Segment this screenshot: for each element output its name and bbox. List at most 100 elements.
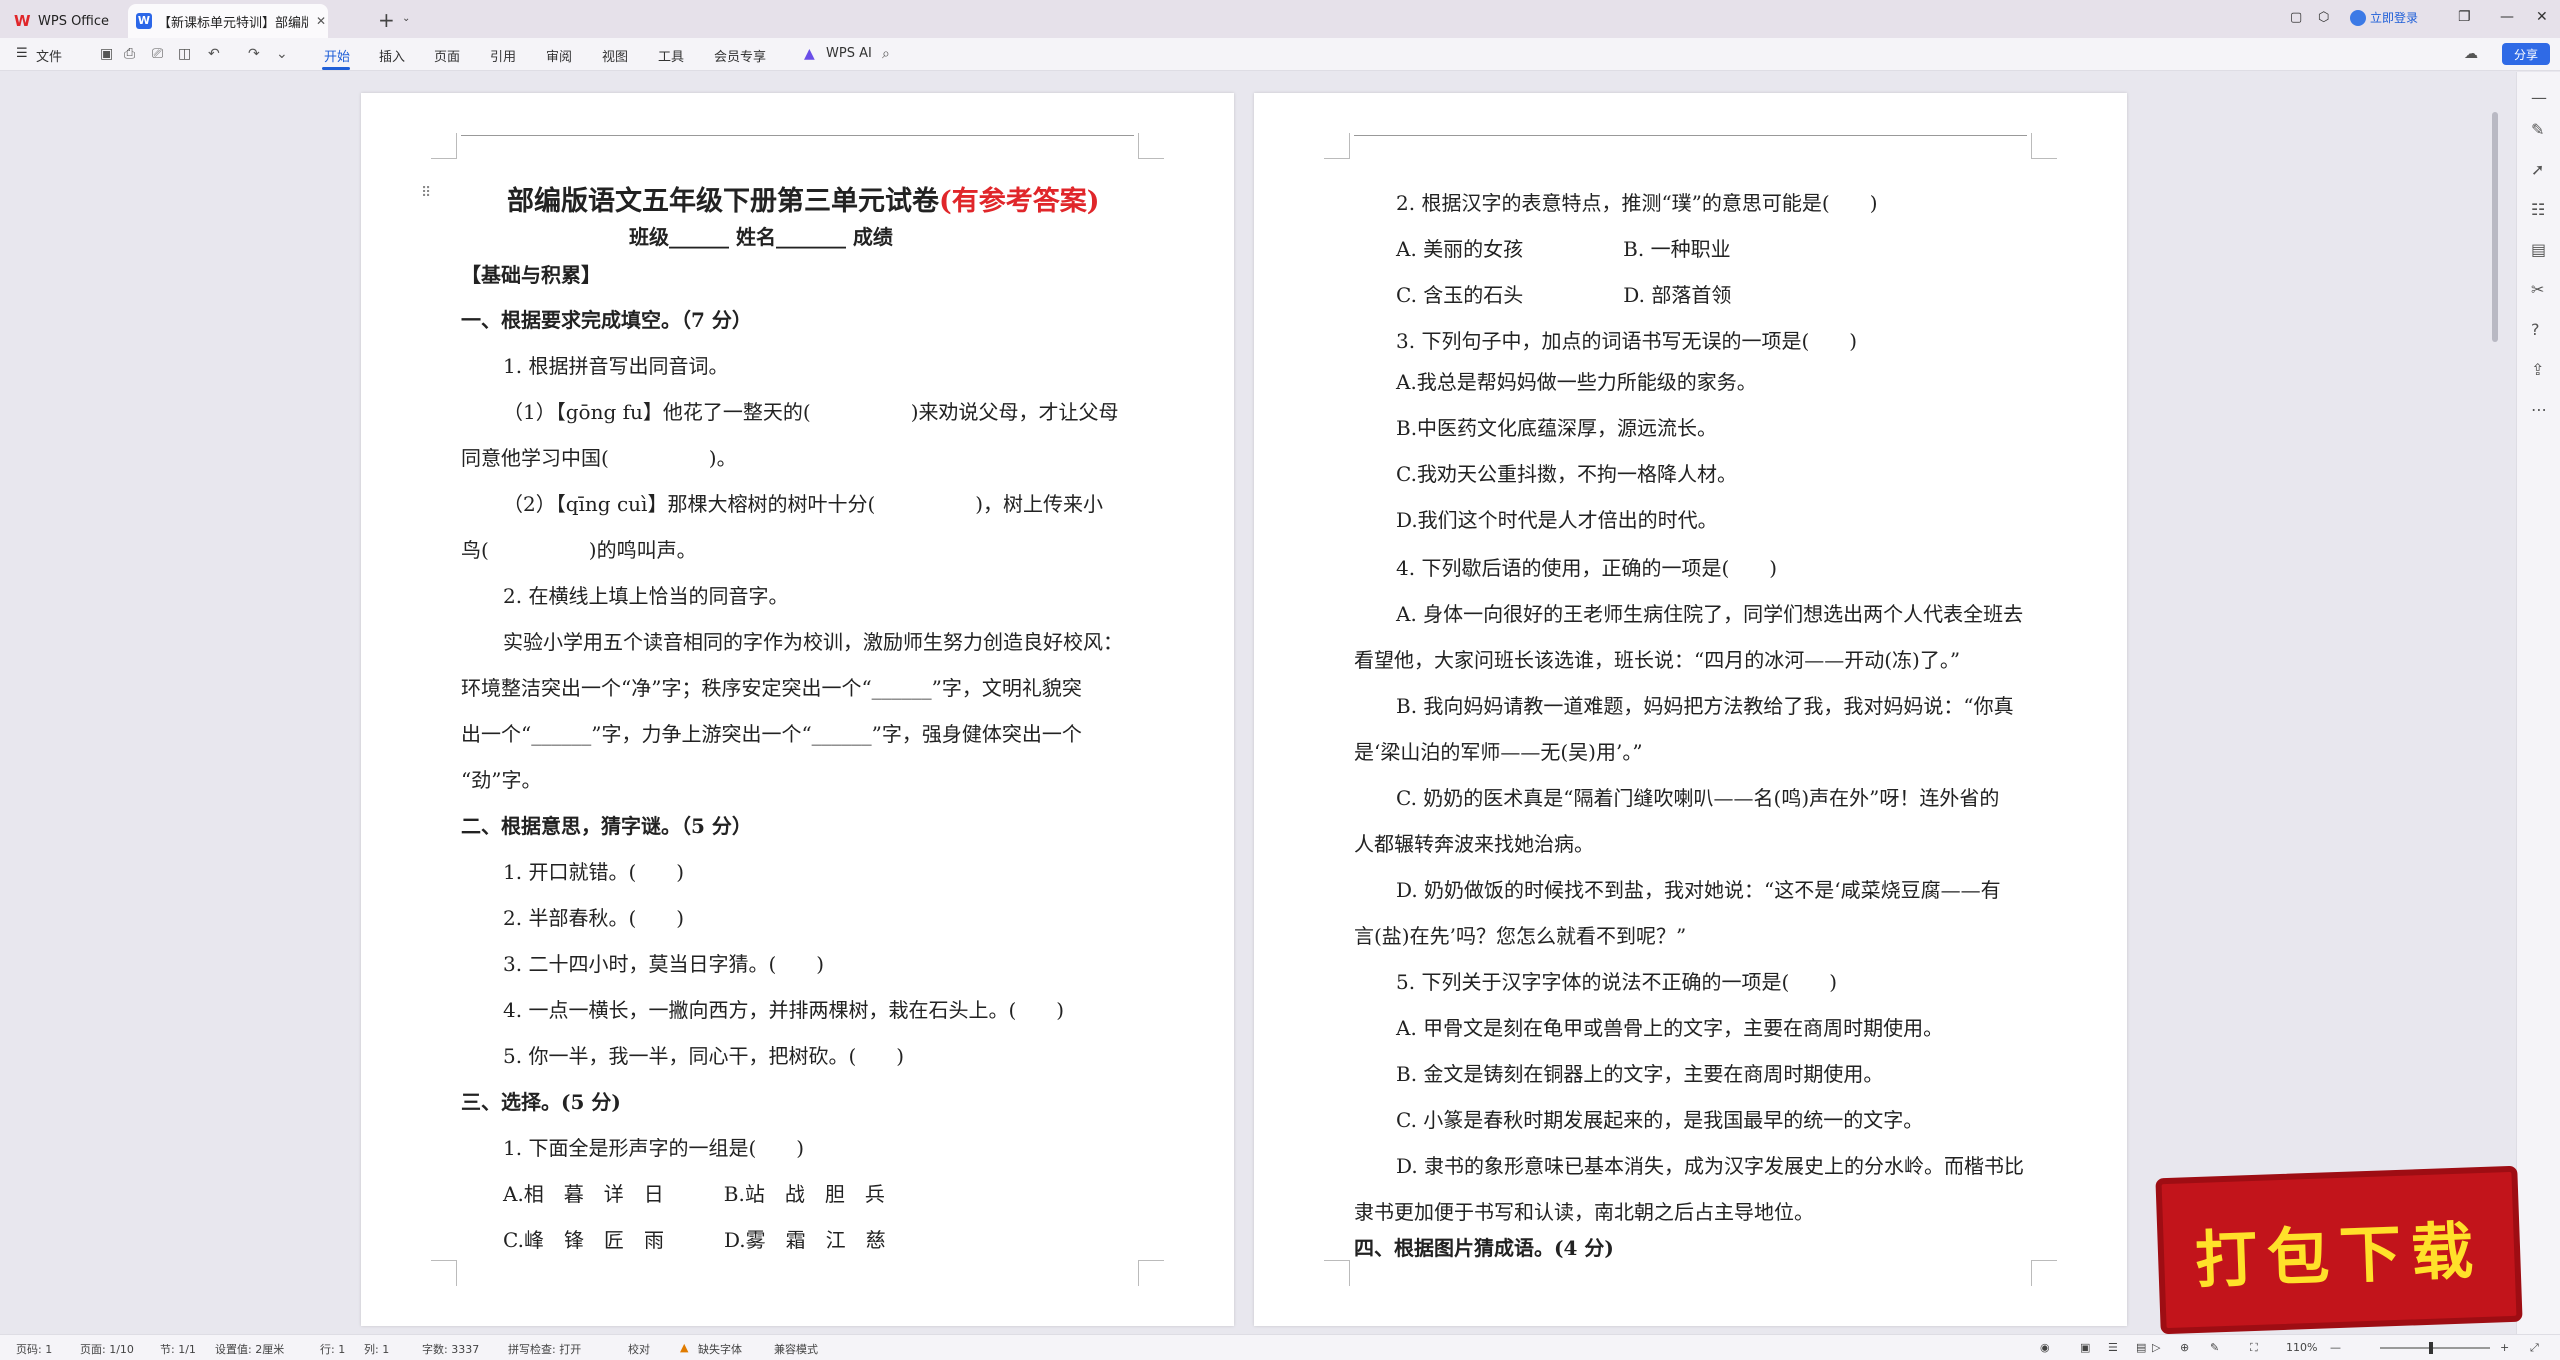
- option-text: A. 甲骨文是刻在龟甲或兽骨上的文字，主要在商周时期使用。: [1396, 1016, 1944, 1040]
- document-page-1: ⠿ 部编版语文五年级下册第三单元试卷(有参考答案) 班级______ 姓名___…: [361, 93, 1234, 1326]
- play-icon[interactable]: ▷: [2152, 1341, 2160, 1354]
- cube-icon[interactable]: ⬡: [2318, 10, 2329, 25]
- download-package-label: 打包下载: [2193, 1213, 2485, 1298]
- print-icon[interactable]: ⎚: [152, 46, 163, 62]
- minimize-panel-icon[interactable]: —: [2531, 88, 2547, 107]
- tab-reference[interactable]: 引用: [490, 46, 516, 65]
- section-indicator[interactable]: 节: 1/1: [160, 1341, 196, 1357]
- more-icon[interactable]: ⋯: [2531, 400, 2547, 419]
- option-text: A. 身体一向很好的王老师生病住院了，同学们想选出两个人代表全班去: [1396, 602, 2024, 626]
- share-panel-icon[interactable]: ⇪: [2531, 360, 2544, 379]
- question-text: （1）【gōng fu】他花了一整天的( )来劝说父母，才让父母: [503, 400, 1119, 424]
- new-tab-button[interactable]: +: [378, 8, 395, 32]
- zoom-slider[interactable]: [2380, 1347, 2490, 1349]
- missing-font-button[interactable]: 缺失字体: [698, 1341, 742, 1357]
- question-text: 鸟( )的鸣叫声。: [461, 538, 697, 562]
- question-text: 5. 下列关于汉字字体的说法不正确的一项是( ): [1396, 970, 1838, 994]
- tab-page[interactable]: 页面: [434, 46, 460, 65]
- question-text: 实验小学用五个读音相同的字作为校训，激励师生努力创造良好校风：: [503, 630, 1123, 654]
- document-tab[interactable]: W 【新课标单元特训】部编版语 ✕: [128, 4, 328, 38]
- proofread-button[interactable]: 校对: [628, 1341, 650, 1357]
- page-number[interactable]: 页码: 1: [16, 1341, 52, 1357]
- title-bar: W WPS Office W 【新课标单元特训】部编版语 ✕ + ⌄ ▢ ⬡ 立…: [0, 0, 2560, 38]
- question-text: 出一个“______”字，力争上游突出一个“______”字，强身健体突出一个: [461, 722, 1082, 746]
- tools-icon[interactable]: ✂: [2531, 280, 2544, 299]
- eye-protection-icon[interactable]: ◉: [2040, 1341, 2050, 1354]
- row-indicator[interactable]: 行: 1: [320, 1341, 345, 1357]
- outline-view-icon[interactable]: ☰: [2108, 1341, 2118, 1354]
- header-divider: [461, 135, 1134, 136]
- word-count[interactable]: 字数: 3337: [422, 1341, 479, 1357]
- fit-width-icon[interactable]: ⛶: [2250, 1341, 2258, 1355]
- question-text: 5. 你一半，我一半，同心干，把树砍。( ): [503, 1044, 905, 1068]
- tab-insert[interactable]: 插入: [379, 46, 405, 65]
- crop-mark: [1138, 1260, 1164, 1286]
- window-layout-icon[interactable]: ▢: [2290, 10, 2302, 25]
- zoom-in-icon[interactable]: +: [2500, 1341, 2509, 1354]
- spell-check-toggle[interactable]: 拼写检查: 打开: [508, 1341, 581, 1357]
- search-icon[interactable]: ⌕: [882, 46, 890, 62]
- question-text: 3. 二十四小时，莫当日字猜。( ): [503, 952, 825, 976]
- question-heading: 三、选择。(5 分): [461, 1090, 621, 1114]
- share-button[interactable]: 分享: [2502, 43, 2550, 65]
- question-text: 2. 根据汉字的表意特点，推测“璞”的意思可能是( ): [1396, 191, 1878, 215]
- minimize-icon[interactable]: —: [2500, 9, 2514, 25]
- title-main: 部编版语文五年级下册第三单元试卷: [507, 186, 939, 217]
- column-indicator[interactable]: 列: 1: [364, 1341, 389, 1357]
- fullscreen-icon[interactable]: ⤢: [2530, 1341, 2539, 1355]
- crop-mark: [2031, 1260, 2057, 1286]
- tab-member[interactable]: 会员专享: [714, 46, 766, 65]
- export-icon[interactable]: ⎙: [124, 46, 135, 62]
- question-text: 3. 下列句子中，加点的词语书写无误的一项是( ): [1396, 329, 1858, 353]
- adjust-sliders-icon[interactable]: ☷: [2531, 200, 2545, 219]
- read-view-icon[interactable]: ▤: [2136, 1341, 2146, 1354]
- download-package-badge[interactable]: 打包下载: [2155, 1165, 2523, 1335]
- web-view-icon[interactable]: ⊕: [2180, 1341, 2189, 1354]
- cursor-select-icon[interactable]: ➚: [2531, 160, 2544, 179]
- vertical-scrollbar[interactable]: [2492, 112, 2498, 342]
- tab-view[interactable]: 视图: [602, 46, 628, 65]
- chevron-down-icon[interactable]: ⌄: [402, 13, 410, 24]
- document-page-2: 2. 根据汉字的表意特点，推测“璞”的意思可能是( ) A. 美丽的女孩 B. …: [1254, 93, 2127, 1326]
- undo-icon[interactable]: ↶: [208, 46, 220, 62]
- option-text: 隶书更加便于书写和认读，南北朝之后占主导地位。: [1354, 1200, 1814, 1224]
- tab-review[interactable]: 审阅: [546, 46, 572, 65]
- setting-value[interactable]: 设置值: 2厘米: [215, 1341, 284, 1357]
- crop-mark: [1138, 133, 1164, 159]
- menu-icon[interactable]: ☰: [16, 46, 28, 61]
- question-text: 1. 根据拼音写出同音词。: [503, 354, 729, 378]
- wps-office-tab[interactable]: W WPS Office: [14, 4, 132, 38]
- zoom-slider-handle[interactable]: [2429, 1342, 2433, 1354]
- question-text: 1. 开口就错。( ): [503, 860, 685, 884]
- status-bar: 页码: 1 页面: 1/10 节: 1/1 设置值: 2厘米 行: 1 列: 1…: [0, 1334, 2560, 1360]
- crop-mark: [2031, 133, 2057, 159]
- close-tab-icon[interactable]: ✕: [316, 14, 326, 28]
- drag-handle-icon[interactable]: ⠿: [421, 185, 431, 201]
- chevron-down-icon[interactable]: ⌄: [276, 46, 288, 62]
- pen-icon[interactable]: ✎: [2210, 1341, 2219, 1354]
- active-tab-indicator: [322, 67, 350, 70]
- save-icon[interactable]: ▣: [100, 46, 113, 62]
- zoom-out-icon[interactable]: —: [2330, 1341, 2341, 1354]
- wps-ai-button[interactable]: WPS AI: [826, 46, 872, 61]
- login-button[interactable]: 立即登录: [2350, 9, 2418, 26]
- option-text: D. 隶书的象形意味已基本消失，成为汉字发展史上的分水岭。而楷书比: [1396, 1154, 2025, 1178]
- option-row: A. 美丽的女孩 B. 一种职业: [1396, 237, 1731, 261]
- title-answer-note: (有参考答案): [939, 186, 1100, 217]
- print-preview-icon[interactable]: ◫: [178, 46, 191, 62]
- cloud-sync-icon[interactable]: ☁: [2464, 46, 2478, 62]
- help-icon[interactable]: ?: [2531, 320, 2540, 339]
- zoom-level[interactable]: 110%: [2286, 1341, 2317, 1354]
- redo-icon[interactable]: ↷: [248, 46, 260, 62]
- edit-pen-icon[interactable]: ✎: [2531, 120, 2544, 139]
- option-text: 是‘梁山泊的军师——无(吴)用’。”: [1354, 740, 1643, 764]
- document-tab-label: 【新课标单元特训】部编版语: [158, 15, 308, 31]
- file-menu[interactable]: 文件: [36, 46, 62, 65]
- page-view-icon[interactable]: ▣: [2080, 1341, 2090, 1354]
- close-window-icon[interactable]: ✕: [2536, 9, 2548, 25]
- page-count[interactable]: 页面: 1/10: [80, 1341, 134, 1357]
- tab-home[interactable]: 开始: [324, 46, 350, 65]
- tab-tools[interactable]: 工具: [658, 46, 684, 65]
- layout-icon[interactable]: ▤: [2531, 240, 2546, 259]
- restore-window-icon[interactable]: ❐: [2458, 9, 2471, 25]
